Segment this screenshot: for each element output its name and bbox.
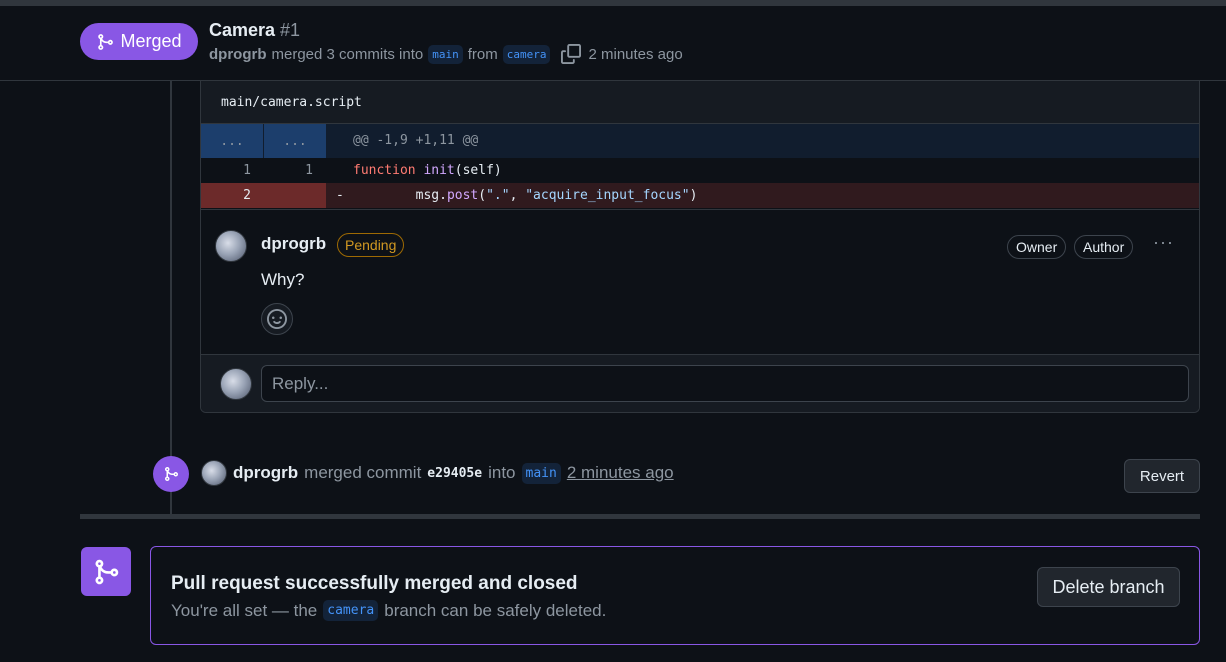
pr-from-text: from xyxy=(467,45,498,63)
expand-down-button[interactable]: ... xyxy=(264,124,326,158)
new-line-number[interactable]: 1 xyxy=(278,163,340,178)
hunk-header-text: @@ -1,9 +1,11 @@ xyxy=(353,133,479,148)
smiley-icon xyxy=(267,309,287,329)
pr-merged-text: merged 3 commits into xyxy=(271,45,424,63)
code-line: function init(self) xyxy=(353,163,502,178)
diff-file-path[interactable]: main/camera.script xyxy=(201,81,1199,124)
comment-author[interactable]: dprogrb xyxy=(261,234,326,254)
diff-line-deleted: 2 - msg.post(".", "acquire_input_focus") xyxy=(201,183,1199,208)
code-function: init xyxy=(423,163,455,178)
reply-area xyxy=(201,354,1199,412)
merge-event-action: merged commit xyxy=(304,463,422,482)
review-thread: main/camera.script ... ... @@ -1,9 +1,11… xyxy=(200,81,1200,413)
timeline-end-divider xyxy=(80,514,1200,519)
code-method: post xyxy=(446,188,479,203)
code-keyword: function xyxy=(353,163,416,178)
old-line-number[interactable]: 2 xyxy=(216,188,278,203)
code-line: msg.post(".", "acquire_input_focus") xyxy=(353,188,698,203)
pr-number: #1 xyxy=(280,20,301,40)
git-merge-icon xyxy=(95,559,119,584)
deletion-marker: - xyxy=(336,188,344,203)
pr-title-text: Camera xyxy=(209,20,276,40)
reply-input[interactable] xyxy=(261,365,1189,402)
timeline-line xyxy=(170,81,172,514)
pending-badge: Pending xyxy=(337,233,405,257)
target-branch[interactable]: main xyxy=(521,462,561,484)
expand-up-button[interactable]: ... xyxy=(201,124,263,158)
code-paren-open: ( xyxy=(478,188,487,203)
merge-status-subtitle-post: branch can be safely deleted. xyxy=(384,600,607,620)
avatar[interactable] xyxy=(201,460,227,486)
merged-state-icon xyxy=(81,547,131,596)
base-branch[interactable]: main xyxy=(428,44,463,64)
code-string: "acquire_input_focus" xyxy=(525,188,690,203)
review-comment: dprogrb Pending Owner Author ··· Why? xyxy=(201,209,1199,354)
owner-badge: Owner xyxy=(1007,235,1067,259)
code-text: (self) xyxy=(454,163,502,178)
add-reaction-button[interactable] xyxy=(261,303,293,335)
commit-sha-link[interactable]: e29405e xyxy=(427,466,482,481)
kebab-menu-icon[interactable]: ··· xyxy=(1153,232,1174,253)
author-badge: Author xyxy=(1074,235,1134,259)
merge-event-time[interactable]: 2 minutes ago xyxy=(567,463,674,483)
code-string: "." xyxy=(486,188,510,203)
diff-hunk-header: ... ... @@ -1,9 +1,11 @@ xyxy=(201,124,1199,158)
merge-event-badge xyxy=(153,456,189,492)
merge-event-into: into xyxy=(488,463,516,482)
pr-time: 2 minutes ago xyxy=(588,45,683,63)
pr-title: Camera #1 xyxy=(209,20,300,41)
code-paren-close: ) xyxy=(689,188,698,203)
pr-header: Merged Camera #1 dprogrb merged 3 commits… xyxy=(0,6,1226,81)
avatar xyxy=(220,368,252,400)
merged-status-badge: Merged xyxy=(80,23,198,60)
diff-line: 1 1 function init(self) xyxy=(201,158,1199,183)
delete-branch-button[interactable]: Delete branch xyxy=(1037,567,1180,607)
git-merge-icon xyxy=(165,467,179,481)
pr-meta: dprogrb merged 3 commits into main from … xyxy=(209,44,683,64)
head-branch[interactable]: camera xyxy=(502,44,551,64)
merge-event: dprogrb merged commit e29405e into main … xyxy=(201,460,674,486)
avatar[interactable] xyxy=(215,230,247,262)
comment-body: Why? xyxy=(261,270,305,289)
merge-status-subtitle-pre: You're all set — the xyxy=(171,600,318,620)
code-separator: , xyxy=(509,188,526,203)
git-merge-icon xyxy=(98,33,114,50)
code-object: msg. xyxy=(415,188,447,203)
merge-status-box: Pull request successfully merged and clo… xyxy=(150,546,1200,645)
merged-status-label: Merged xyxy=(120,31,182,51)
merge-status-subtitle: You're all set — the camera branch can b… xyxy=(171,600,606,621)
pr-author-link[interactable]: dprogrb xyxy=(209,46,267,63)
merge-event-author[interactable]: dprogrb xyxy=(233,463,298,483)
deletable-branch[interactable]: camera xyxy=(323,600,379,621)
merge-status-title: Pull request successfully merged and clo… xyxy=(171,573,578,594)
revert-button[interactable]: Revert xyxy=(1124,459,1200,493)
copy-icon[interactable] xyxy=(561,44,582,64)
old-line-number[interactable]: 1 xyxy=(216,163,278,178)
